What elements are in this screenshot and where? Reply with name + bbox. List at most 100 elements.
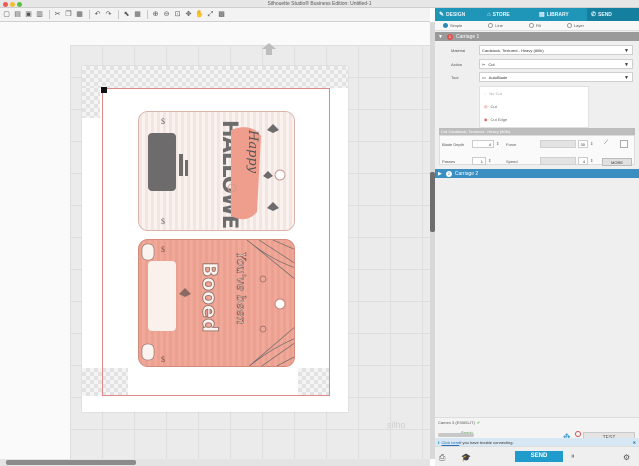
chevron-down-icon: ▼ [624, 62, 629, 68]
copy-icon[interactable]: ❐ [64, 10, 73, 19]
chevron-down-icon: ▼ [624, 75, 629, 81]
color-swatch-icon[interactable] [620, 140, 628, 148]
pen-tool-icon[interactable]: ⟋ [604, 140, 608, 147]
halloween-tag-card[interactable]: $ $ HALLOWEEN Happy [138, 111, 295, 231]
speed-field[interactable]: 4 [578, 157, 588, 165]
no-cut-zone-top [82, 66, 348, 88]
zoom-box-icon[interactable]: ⊡ [173, 10, 182, 19]
tab-design[interactable]: ✎ DESIGN [435, 8, 483, 21]
tab-store[interactable]: ⌂ STORE [483, 8, 535, 21]
tool-dropdown[interactable]: ▭ AutoBlade ▼ [479, 72, 633, 82]
svg-text:You've been: You've been [234, 252, 248, 324]
blade-depth-field[interactable]: 4 [472, 140, 494, 148]
bottom-bar: ⎙ 🎓 SEND ⏸ ⚙ [435, 446, 639, 466]
force-label: Force [506, 142, 517, 147]
pan-icon[interactable]: ✥ [184, 10, 193, 19]
redo-icon[interactable]: ↷ [104, 10, 113, 19]
new-icon[interactable]: ▢ [2, 10, 11, 19]
zoom-in-icon[interactable]: ⊕ [151, 10, 160, 19]
carriage-2-badge-icon: 2 [445, 170, 452, 177]
silhouette-watermark: silho [387, 420, 406, 430]
open-icon[interactable]: ▤ [13, 10, 22, 19]
store-icon: ⌂ [487, 11, 491, 18]
svg-text:Happy: Happy [245, 129, 260, 174]
option-cut-edge[interactable]: ◉ Cut Edge [484, 117, 507, 122]
device-name: Cameo 3 (ES0B1JT) ✔ [438, 420, 481, 425]
option-cut[interactable]: ◎ Cut [484, 104, 497, 109]
action-dropdown[interactable]: ✂ Cut ▼ [479, 59, 633, 69]
passes-field[interactable]: 1 [472, 157, 486, 165]
settings-icon[interactable]: ⚙ [623, 453, 630, 462]
learn-icon[interactable]: 🎓 [461, 453, 471, 462]
speed-slider[interactable] [540, 157, 576, 165]
booed-tag-artwork: $ $ Booed You've been [139, 240, 294, 366]
carriage-1-header[interactable]: ▼ 1 Carriage 1 [435, 32, 639, 41]
title-bar: Silhouette Studio® Business Edition: Unt… [0, 0, 639, 8]
print-icon[interactable]: ▥ [35, 10, 44, 19]
design-icon: ✎ [439, 12, 445, 18]
help-bar: ℹ Click here if you have trouble connect… [435, 438, 639, 446]
tab-library[interactable]: ▤ LIBRARY [535, 8, 587, 21]
help-link[interactable]: Click here [442, 440, 460, 445]
send-to-device-icon[interactable]: ⎙ [439, 453, 445, 463]
passes-stepper-icon[interactable]: ⇕ [488, 158, 491, 163]
stop-icon[interactable] [575, 431, 581, 437]
pause-icon[interactable]: ⏸ [571, 453, 575, 461]
mode-layer[interactable]: Layer [566, 23, 584, 28]
machine-icon [438, 433, 474, 437]
send-button[interactable]: SEND [515, 451, 563, 462]
blade-icon: ▭ [482, 74, 486, 80]
horizontal-scrollbar[interactable] [0, 459, 430, 466]
mode-line-radio[interactable] [488, 23, 494, 28]
force-slider[interactable] [540, 140, 576, 148]
option-no-cut[interactable]: ◌ No Cut [484, 91, 502, 96]
cut-icon[interactable]: ✂ [53, 10, 62, 19]
horizontal-scroll-thumb[interactable] [6, 460, 136, 465]
force-stepper-icon[interactable]: ⇕ [590, 141, 593, 146]
booed-tag-card[interactable]: $ $ Booed You've been [138, 239, 295, 367]
cut-options-list: ◌ No Cut ◎ Cut ◉ Cut Edge [479, 86, 589, 128]
mode-fill[interactable]: Fill [528, 23, 541, 28]
expand-icon[interactable]: ▶ [438, 171, 442, 177]
connected-check-icon: ✔ [476, 420, 481, 425]
mode-layer-radio[interactable] [566, 23, 572, 28]
mode-simple[interactable]: Simple [443, 23, 462, 28]
mode-fill-radio[interactable] [528, 23, 534, 28]
cut-outline-icon: ◎ [484, 104, 488, 109]
send-mode-selector: Simple Line Fill Layer [435, 21, 639, 31]
window-title: Silhouette Studio® Business Edition: Unt… [267, 1, 372, 7]
toolbar-divider [147, 10, 148, 19]
stepper-icon[interactable]: ⇕ [496, 141, 499, 146]
save-icon[interactable]: ▣ [24, 10, 33, 19]
svg-text:$: $ [161, 355, 165, 364]
move-icon[interactable]: ✋ [195, 10, 204, 19]
select-icon[interactable]: ⬉ [122, 10, 131, 19]
info-icon: ℹ [438, 439, 440, 445]
close-icon[interactable]: ✖ [633, 440, 636, 445]
collapse-icon[interactable]: ▼ [438, 34, 443, 40]
halloween-tag-artwork: $ $ HALLOWEEN Happy [139, 112, 294, 230]
tab-send[interactable]: ✆ SEND [587, 8, 639, 21]
cut-action-icon: ✂ [482, 61, 486, 67]
carriage-2-header[interactable]: ▶ 2 Carriage 2 [435, 169, 639, 178]
mode-simple-radio[interactable] [443, 23, 448, 28]
paste-icon[interactable]: ▦ [75, 10, 84, 19]
svg-text:$: $ [161, 217, 165, 226]
svg-text:Booed: Booed [198, 262, 222, 333]
action-label: Action [451, 62, 463, 67]
material-dropdown[interactable]: Cardstock, Textured - Heavy (80lb) ▼ [479, 45, 633, 55]
undo-icon[interactable]: ↶ [93, 10, 102, 19]
material-label: Material [451, 48, 466, 53]
grid-icon[interactable]: ▦ [133, 10, 142, 19]
feed-direction-arrow-icon [262, 43, 276, 55]
view-icon[interactable]: ▩ [217, 10, 226, 19]
zoom-out-icon[interactable]: ⊖ [162, 10, 171, 19]
fit-icon[interactable]: ⤢ [206, 10, 215, 19]
no-cut-zone-left [82, 88, 100, 118]
cut-edge-icon: ◉ [484, 117, 488, 122]
speed-stepper-icon[interactable]: ⇕ [590, 158, 593, 163]
more-button[interactable]: MORE [602, 158, 632, 166]
force-field[interactable]: 30 [578, 140, 588, 148]
toolbar-divider [89, 10, 90, 19]
mode-line[interactable]: Line [488, 23, 503, 28]
